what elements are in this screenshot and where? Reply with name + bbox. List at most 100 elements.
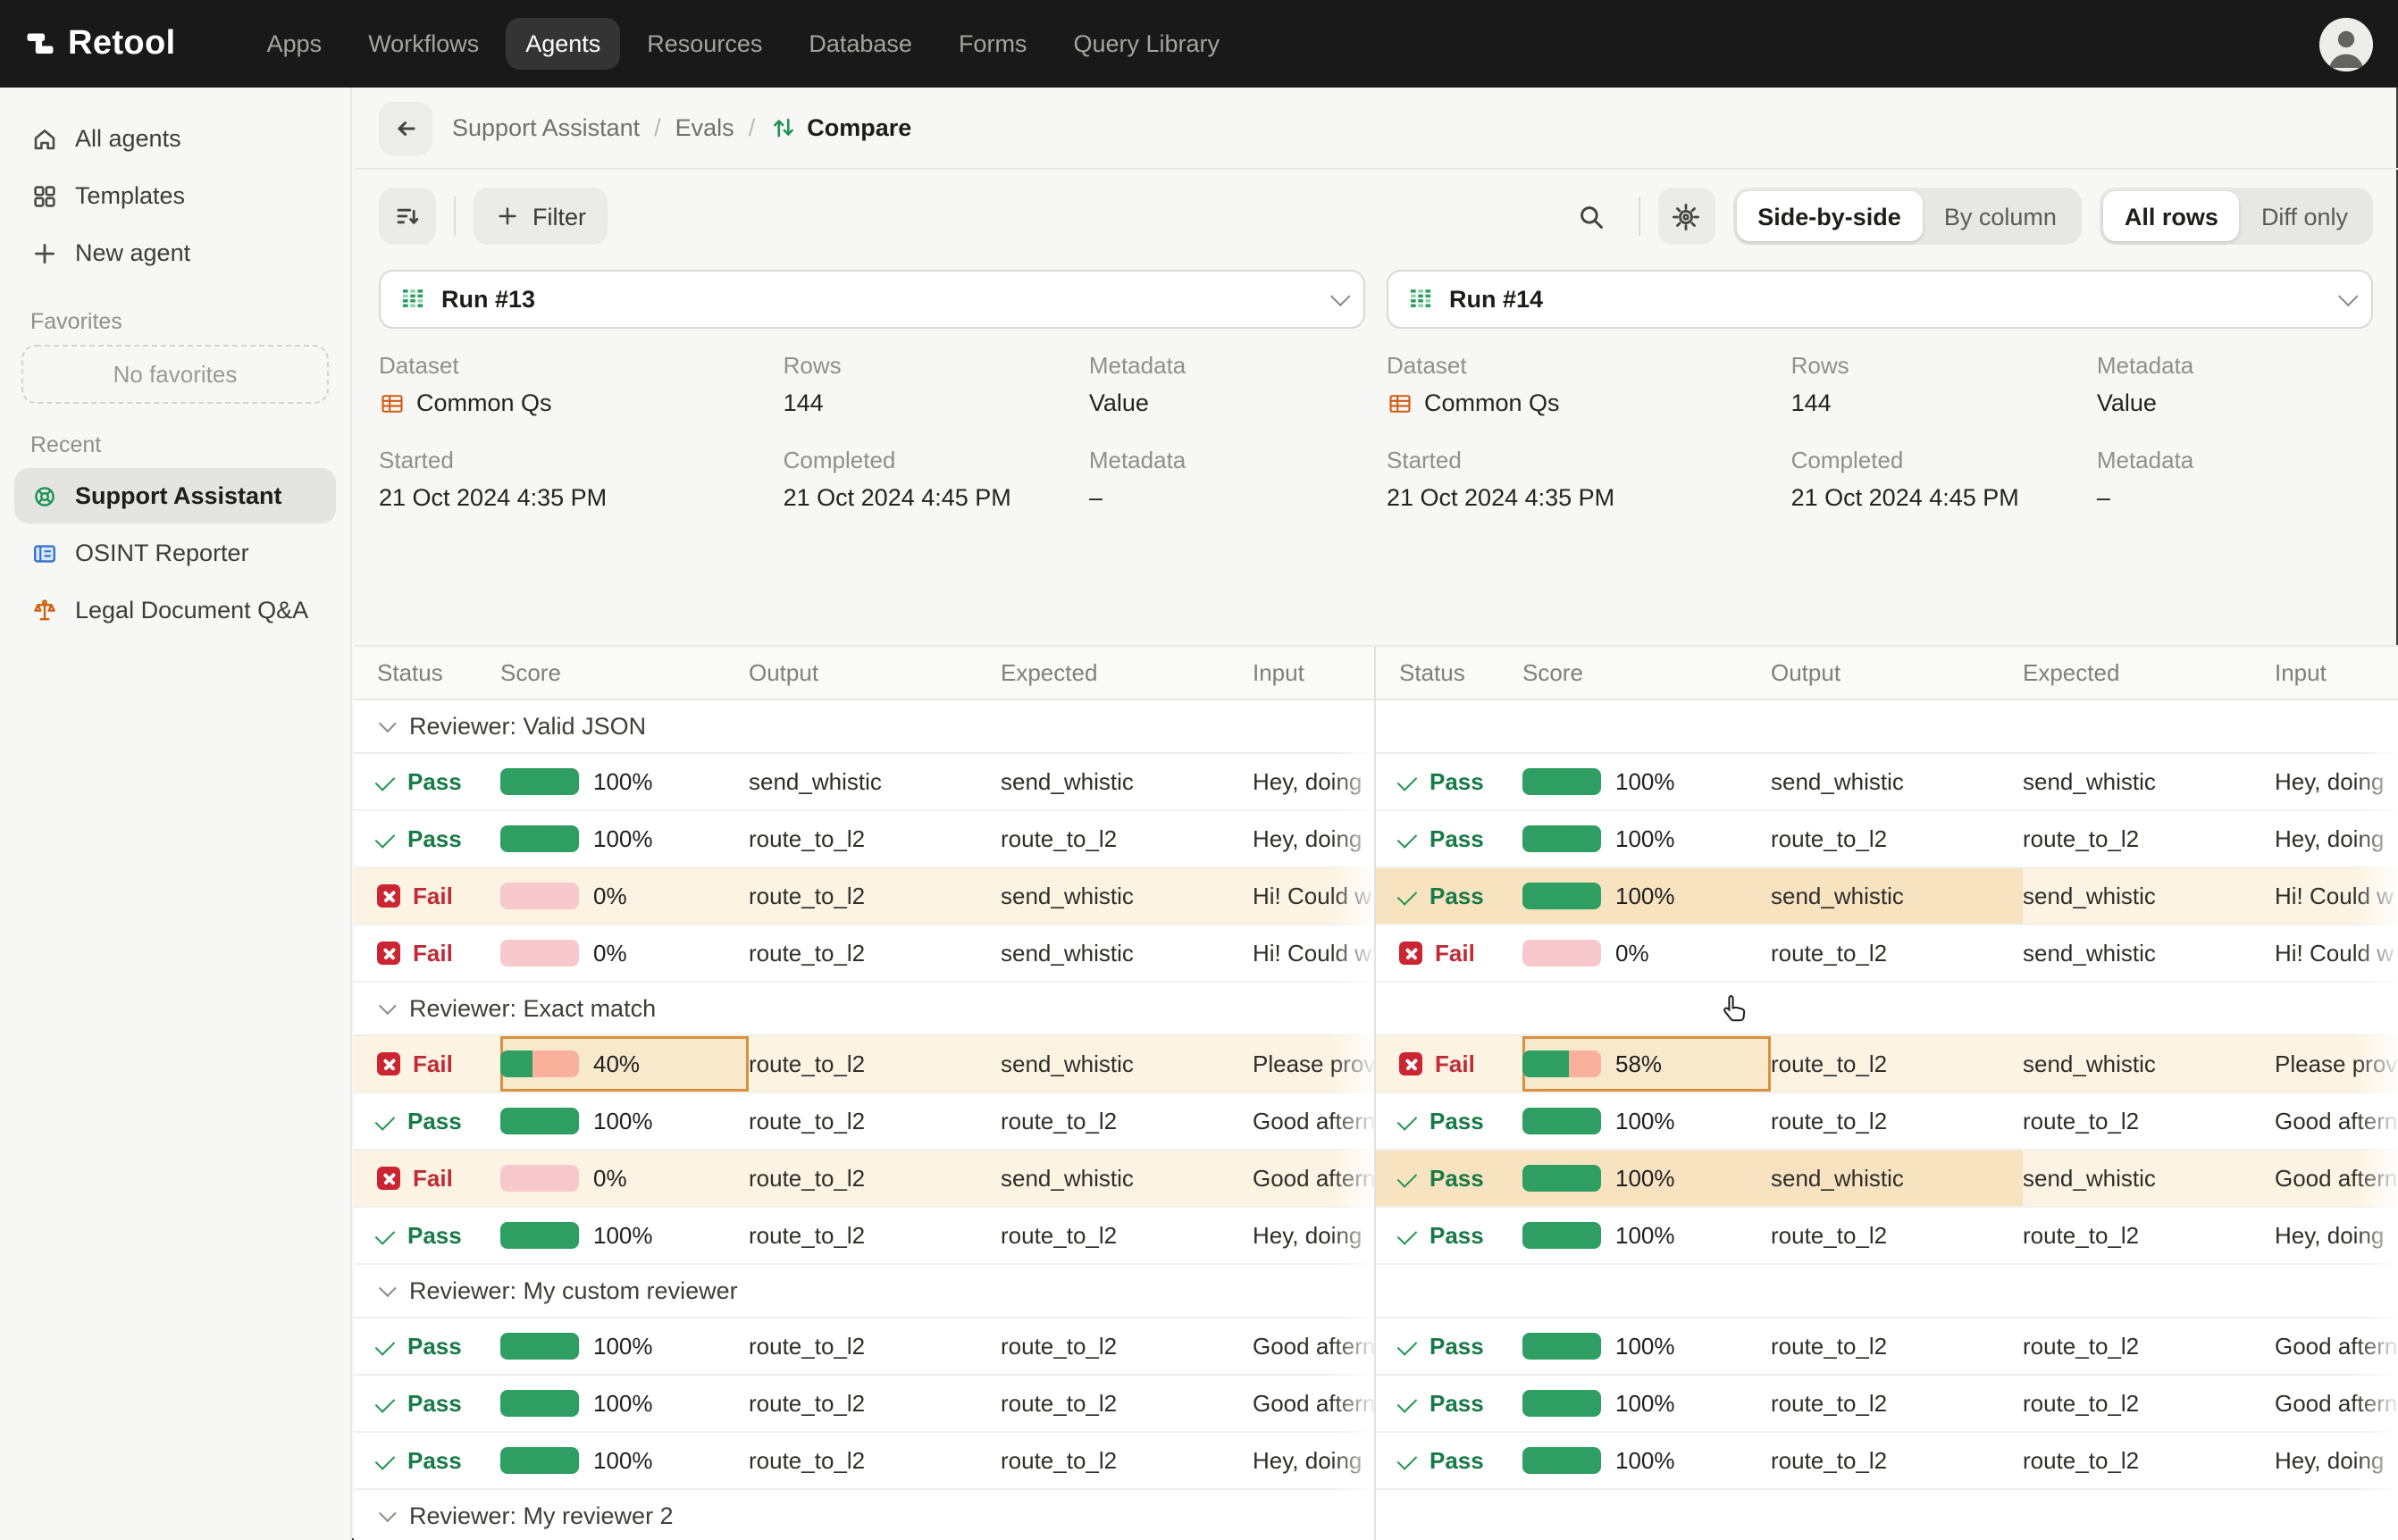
status-cell[interactable]: Fail bbox=[1376, 1036, 1522, 1092]
score-cell[interactable]: 100% bbox=[500, 754, 749, 809]
status-cell[interactable]: Pass bbox=[354, 1433, 500, 1488]
status-cell[interactable]: Pass bbox=[1376, 1318, 1522, 1374]
section-row[interactable]: Reviewer: Valid JSON bbox=[354, 700, 1374, 754]
result-row[interactable]: Fail40%route_to_l2send_whisticPlease pro… bbox=[354, 1036, 1374, 1093]
status-cell[interactable]: Pass bbox=[1376, 1093, 1522, 1149]
result-row[interactable]: Pass100%send_whisticsend_whisticGood aft… bbox=[1376, 1151, 2398, 1208]
result-row[interactable]: Pass100%route_to_l2route_to_l2Hey, doing bbox=[1376, 811, 2398, 868]
output-cell[interactable]: route_to_l2 bbox=[1771, 1376, 2023, 1431]
result-row[interactable]: Fail0%route_to_l2send_whisticHi! Could w bbox=[1376, 925, 2398, 983]
output-cell[interactable]: route_to_l2 bbox=[749, 1093, 1001, 1149]
input-cell[interactable]: Good aftern bbox=[1253, 1376, 1374, 1431]
score-cell[interactable]: 100% bbox=[500, 1208, 749, 1263]
breadcrumb-item[interactable]: Support Assistant bbox=[452, 114, 640, 141]
input-cell[interactable]: Good aftern bbox=[2275, 1318, 2398, 1374]
expected-cell[interactable]: send_whistic bbox=[2023, 754, 2275, 809]
expected-cell[interactable]: send_whistic bbox=[1001, 754, 1253, 809]
score-cell[interactable]: 100% bbox=[1522, 1433, 1771, 1488]
sidebar-item-support-assistant[interactable]: Support Assistant bbox=[14, 468, 336, 523]
expected-cell[interactable]: send_whistic bbox=[1001, 925, 1253, 981]
expected-cell[interactable]: send_whistic bbox=[2023, 868, 2275, 924]
expected-cell[interactable]: send_whistic bbox=[1001, 1151, 1253, 1206]
output-cell[interactable]: route_to_l2 bbox=[749, 1376, 1001, 1431]
expected-cell[interactable]: route_to_l2 bbox=[2023, 1093, 2275, 1149]
result-row[interactable]: Fail0%route_to_l2send_whisticGood aftern bbox=[354, 1151, 1374, 1208]
user-avatar[interactable] bbox=[2319, 17, 2373, 71]
output-cell[interactable]: route_to_l2 bbox=[1771, 1093, 2023, 1149]
status-cell[interactable]: Fail bbox=[354, 925, 500, 981]
status-cell[interactable]: Pass bbox=[1376, 811, 1522, 866]
input-cell[interactable]: Hey, doing bbox=[1253, 1208, 1374, 1263]
input-cell[interactable]: Please prov bbox=[2275, 1036, 2398, 1092]
status-cell[interactable]: Pass bbox=[1376, 754, 1522, 809]
output-cell[interactable]: route_to_l2 bbox=[1771, 1208, 2023, 1263]
nav-item-database[interactable]: Database bbox=[789, 18, 932, 70]
input-cell[interactable]: Hey, doing bbox=[2275, 754, 2398, 809]
input-cell[interactable]: Hey, doing bbox=[2275, 811, 2398, 866]
nav-item-query-library[interactable]: Query Library bbox=[1053, 18, 1239, 70]
search-button[interactable] bbox=[1563, 188, 1620, 245]
output-cell[interactable]: route_to_l2 bbox=[749, 1208, 1001, 1263]
back-button[interactable] bbox=[379, 101, 432, 155]
result-row[interactable]: Pass100%route_to_l2route_to_l2Good after… bbox=[354, 1318, 1374, 1376]
status-cell[interactable]: Pass bbox=[354, 811, 500, 866]
output-cell[interactable]: route_to_l2 bbox=[749, 868, 1001, 924]
toggle-all-rows[interactable]: All rows bbox=[2103, 191, 2240, 241]
input-cell[interactable]: Hey, doing bbox=[2275, 1208, 2398, 1263]
expected-cell[interactable]: route_to_l2 bbox=[2023, 1318, 2275, 1374]
score-cell[interactable]: 0% bbox=[500, 868, 749, 924]
input-cell[interactable]: Good aftern bbox=[1253, 1318, 1374, 1374]
status-cell[interactable]: Fail bbox=[354, 1036, 500, 1092]
input-cell[interactable]: Hi! Could w bbox=[2275, 868, 2398, 924]
expected-cell[interactable]: route_to_l2 bbox=[1001, 1208, 1253, 1263]
input-cell[interactable]: Hi! Could w bbox=[2275, 925, 2398, 981]
result-row[interactable]: Pass100%send_whisticsend_whisticHi! Coul… bbox=[1376, 868, 2398, 925]
input-cell[interactable]: Hey, doing bbox=[2275, 1433, 2398, 1488]
result-row[interactable]: Pass100%route_to_l2route_to_l2Hey, doing bbox=[354, 1208, 1374, 1265]
expected-cell[interactable]: send_whistic bbox=[2023, 925, 2275, 981]
result-row[interactable]: Pass100%send_whisticsend_whisticHey, doi… bbox=[354, 754, 1374, 811]
breadcrumb-item[interactable]: Evals bbox=[675, 114, 734, 141]
status-cell[interactable]: Pass bbox=[1376, 1208, 1522, 1263]
nav-item-workflows[interactable]: Workflows bbox=[348, 18, 499, 70]
expected-cell[interactable]: route_to_l2 bbox=[1001, 1433, 1253, 1488]
result-row[interactable]: Pass100%route_to_l2route_to_l2Good after… bbox=[1376, 1376, 2398, 1433]
result-row[interactable]: Fail58%route_to_l2send_whisticPlease pro… bbox=[1376, 1036, 2398, 1093]
score-cell[interactable]: 100% bbox=[1522, 811, 1771, 866]
expected-cell[interactable]: send_whistic bbox=[1001, 868, 1253, 924]
expected-cell[interactable]: route_to_l2 bbox=[1001, 1318, 1253, 1374]
score-cell[interactable]: 100% bbox=[500, 1433, 749, 1488]
retool-logo[interactable]: Retool bbox=[25, 24, 176, 63]
nav-item-agents[interactable]: Agents bbox=[506, 18, 620, 70]
section-row[interactable] bbox=[1376, 1265, 2398, 1318]
input-cell[interactable]: Hey, doing bbox=[1253, 1433, 1374, 1488]
output-cell[interactable]: route_to_l2 bbox=[1771, 1318, 2023, 1374]
result-row[interactable]: Pass100%route_to_l2route_to_l2Good after… bbox=[354, 1376, 1374, 1433]
input-cell[interactable]: Good aftern bbox=[1253, 1093, 1374, 1149]
status-cell[interactable]: Pass bbox=[1376, 1433, 1522, 1488]
expected-cell[interactable]: send_whistic bbox=[2023, 1151, 2275, 1206]
output-cell[interactable]: route_to_l2 bbox=[1771, 1433, 2023, 1488]
expected-cell[interactable]: route_to_l2 bbox=[1001, 1376, 1253, 1431]
expected-cell[interactable]: route_to_l2 bbox=[2023, 811, 2275, 866]
score-cell[interactable]: 100% bbox=[1522, 1151, 1771, 1206]
result-row[interactable]: Pass100%send_whisticsend_whisticHey, doi… bbox=[1376, 754, 2398, 811]
result-row[interactable]: Pass100%route_to_l2route_to_l2Hey, doing bbox=[1376, 1208, 2398, 1265]
input-cell[interactable]: Hi! Could w bbox=[1253, 925, 1374, 981]
output-cell[interactable]: send_whistic bbox=[1771, 868, 2023, 924]
nav-item-resources[interactable]: Resources bbox=[627, 18, 782, 70]
result-row[interactable]: Pass100%route_to_l2route_to_l2Hey, doing bbox=[354, 1433, 1374, 1490]
result-row[interactable]: Pass100%route_to_l2route_to_l2Good after… bbox=[1376, 1093, 2398, 1151]
score-cell[interactable]: 100% bbox=[1522, 1093, 1771, 1149]
status-cell[interactable]: Pass bbox=[1376, 1376, 1522, 1431]
input-cell[interactable]: Hey, doing bbox=[1253, 754, 1374, 809]
settings-button[interactable] bbox=[1657, 188, 1715, 245]
filter-button[interactable]: Filter bbox=[474, 188, 608, 245]
input-cell[interactable]: Good aftern bbox=[1253, 1151, 1374, 1206]
score-cell[interactable]: 100% bbox=[500, 811, 749, 866]
input-cell[interactable]: Good aftern bbox=[2275, 1093, 2398, 1149]
section-row[interactable]: Reviewer: Exact match bbox=[354, 983, 1374, 1036]
result-row[interactable]: Fail0%route_to_l2send_whisticHi! Could w bbox=[354, 868, 1374, 925]
nav-item-apps[interactable]: Apps bbox=[247, 18, 342, 70]
nav-item-forms[interactable]: Forms bbox=[939, 18, 1047, 70]
